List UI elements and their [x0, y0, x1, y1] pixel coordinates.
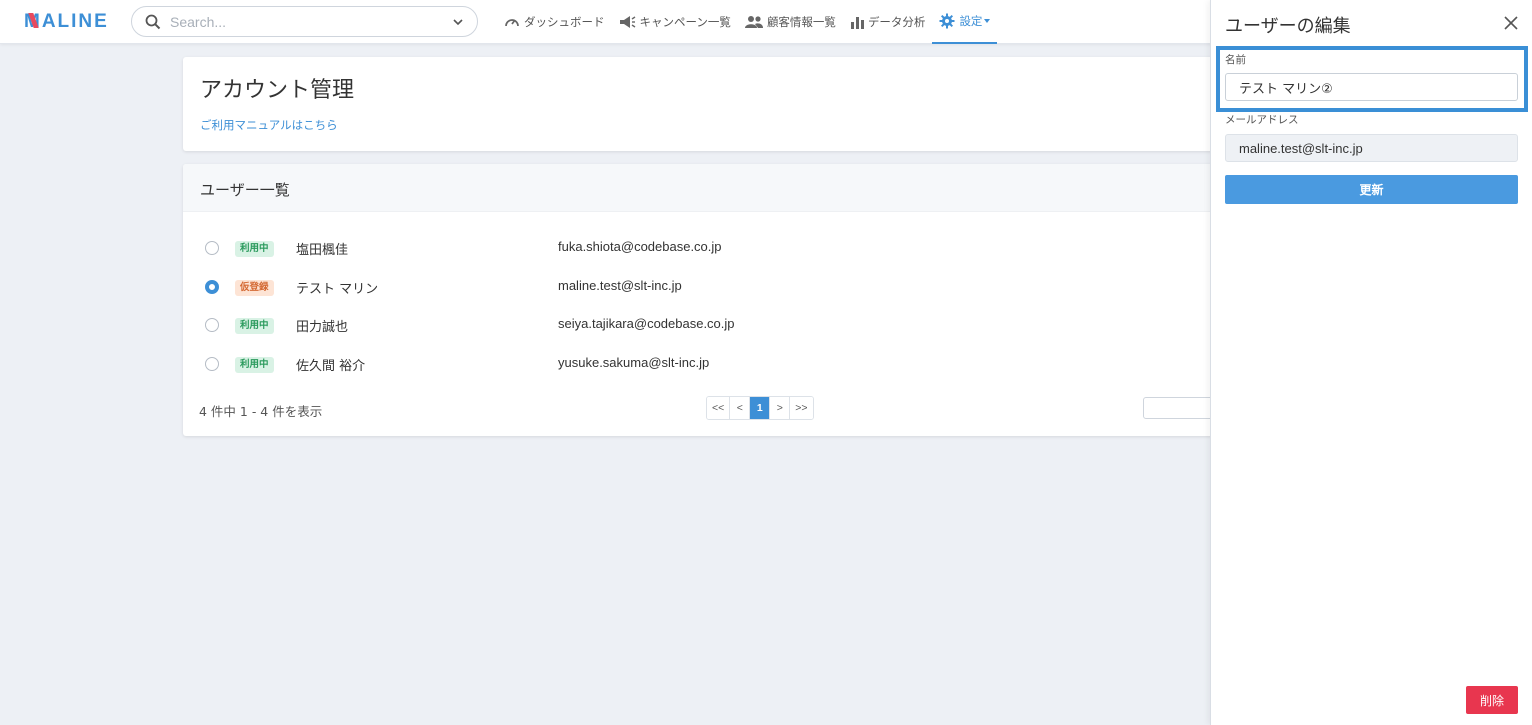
page-prev-button[interactable]: <	[730, 397, 751, 419]
status-badge: 利用中	[235, 318, 274, 334]
nav-customers[interactable]: 顧客情報一覧	[738, 0, 843, 44]
chevron-down-icon[interactable]	[451, 15, 465, 29]
main-nav: ダッシュボード キャンペーン一覧 顧客情報一覧 データ分析 設定	[497, 0, 998, 44]
page-first-button[interactable]: <<	[707, 397, 731, 419]
delete-button[interactable]: 削除	[1466, 686, 1518, 714]
users-icon	[744, 16, 763, 28]
update-button[interactable]: 更新	[1225, 175, 1518, 204]
email-label: メールアドレス	[1225, 114, 1299, 126]
user-email: yusuke.sakuma@slt-inc.jp	[558, 355, 710, 370]
status-badge: 仮登録	[235, 280, 274, 296]
caret-down-icon	[984, 19, 991, 23]
user-name: 田力誠也	[296, 320, 349, 335]
page-next-button[interactable]: >	[770, 397, 791, 419]
nav-settings[interactable]: 設定	[932, 0, 998, 44]
user-row[interactable]: 仮登録 テスト マリン maline.test@slt-inc.jp	[183, 268, 1223, 306]
email-field[interactable]	[1225, 134, 1518, 162]
result-count: 4 件中 1 - 4 件を表示	[199, 404, 323, 419]
nav-dashboard[interactable]: ダッシュボード	[497, 0, 612, 44]
nav-campaigns[interactable]: キャンペーン一覧	[612, 0, 738, 44]
page-current-button[interactable]: 1	[750, 397, 771, 419]
manual-link[interactable]: ご利用マニュアルはこちら	[200, 117, 338, 133]
user-row[interactable]: 利用中 田力誠也 seiya.tajikara@codebase.co.jp	[183, 306, 1223, 344]
user-name: テスト マリン	[296, 282, 379, 297]
search-box[interactable]	[131, 6, 478, 37]
account-header-card: アカウント管理 ご利用マニュアルはこちら	[183, 57, 1223, 151]
status-badge: 利用中	[235, 241, 274, 257]
user-radio[interactable]	[205, 318, 219, 332]
edit-user-panel: ユーザーの編集 名前 メールアドレス 更新 削除	[1210, 0, 1532, 725]
nav-dashboard-label: ダッシュボード	[524, 15, 605, 29]
pagination: << < 1 > >>	[706, 396, 814, 420]
user-radio[interactable]	[205, 357, 219, 371]
panel-title: ユーザーの編集	[1225, 16, 1351, 37]
nav-customers-label: 顧客情報一覧	[766, 15, 836, 29]
page-title: アカウント管理	[200, 78, 355, 103]
bar-chart-icon	[850, 17, 864, 29]
name-label: 名前	[1225, 54, 1246, 66]
maline-logo[interactable]: MALINE	[24, 11, 109, 33]
close-icon[interactable]	[1501, 13, 1521, 33]
user-radio[interactable]	[205, 280, 219, 294]
user-list-header: ユーザー一覧	[183, 164, 1223, 212]
user-email: maline.test@slt-inc.jp	[558, 278, 682, 293]
name-input[interactable]	[1225, 73, 1518, 101]
user-row[interactable]: 利用中 塩田楓佳 fuka.shiota@codebase.co.jp	[183, 229, 1223, 267]
nav-analytics-label: データ分析	[867, 15, 926, 29]
user-radio[interactable]	[205, 241, 219, 255]
nav-campaigns-label: キャンペーン一覧	[639, 15, 731, 29]
search-input[interactable]	[170, 12, 440, 32]
nav-analytics[interactable]: データ分析	[843, 0, 933, 44]
user-list-card: ユーザー一覧 利用中 塩田楓佳 fuka.shiota@codebase.co.…	[183, 164, 1223, 436]
megaphone-icon	[619, 16, 635, 28]
status-badge: 利用中	[235, 357, 274, 373]
user-list-title: ユーザー一覧	[200, 181, 290, 199]
user-email: fuka.shiota@codebase.co.jp	[558, 239, 722, 254]
user-email: seiya.tajikara@codebase.co.jp	[558, 316, 735, 331]
nav-settings-label: 設定	[959, 14, 983, 28]
search-icon	[145, 14, 161, 30]
user-row[interactable]: 利用中 佐久間 裕介 yusuke.sakuma@slt-inc.jp	[183, 345, 1223, 383]
gear-icon	[939, 13, 955, 29]
user-name: 塩田楓佳	[296, 243, 349, 258]
speedometer-icon	[505, 19, 519, 27]
user-name: 佐久間 裕介	[296, 359, 366, 374]
page-last-button[interactable]: >>	[790, 397, 813, 419]
